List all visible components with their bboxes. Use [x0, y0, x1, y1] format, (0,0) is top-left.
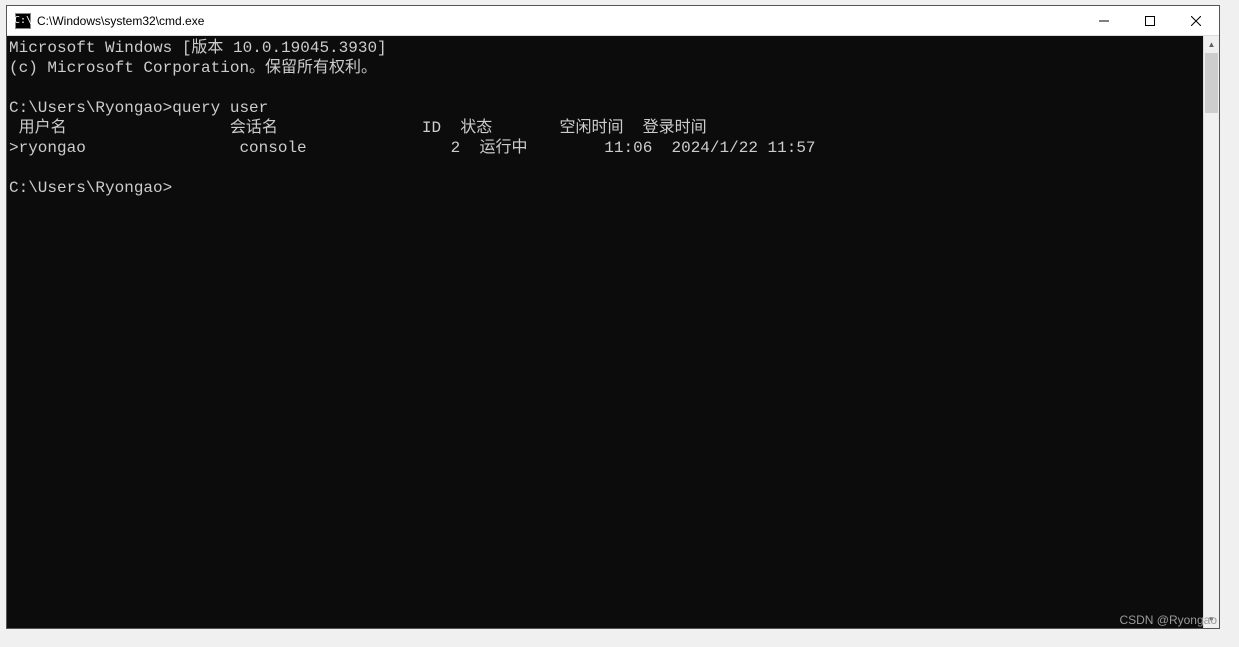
- cmd-icon: C:\: [15, 13, 31, 29]
- banner-line: (c) Microsoft Corporation。保留所有权利。: [9, 58, 1203, 78]
- close-button[interactable]: [1173, 6, 1219, 35]
- titlebar[interactable]: C:\ C:\Windows\system32\cmd.exe: [7, 6, 1219, 36]
- window-title: C:\Windows\system32\cmd.exe: [37, 14, 1081, 28]
- vertical-scrollbar[interactable]: ▲ ▼: [1203, 36, 1219, 628]
- minimize-button[interactable]: [1081, 6, 1127, 35]
- banner-line: Microsoft Windows [版本 10.0.19045.3930]: [9, 38, 1203, 58]
- cmd-window: C:\ C:\Windows\system32\cmd.exe Microsof…: [6, 5, 1220, 629]
- command-text: query user: [172, 99, 268, 117]
- maximize-button[interactable]: [1127, 6, 1173, 35]
- blank-line: [9, 158, 1203, 178]
- blank-line: [9, 78, 1203, 98]
- prompt-path: C:\Users\Ryongao>: [9, 99, 172, 117]
- table-row-line: >ryongao console 2 运行中 11:06 2024/1/22 1…: [9, 138, 1203, 158]
- scrollbar-thumb[interactable]: [1205, 53, 1218, 113]
- prompt-line: C:\Users\Ryongao>: [9, 178, 1203, 198]
- watermark-text: CSDN @Ryongao: [1119, 613, 1217, 627]
- terminal-output[interactable]: Microsoft Windows [版本 10.0.19045.3930](c…: [7, 36, 1203, 628]
- scroll-up-arrow-icon[interactable]: ▲: [1204, 36, 1219, 53]
- prompt-line: C:\Users\Ryongao>query user: [9, 98, 1203, 118]
- terminal-container: Microsoft Windows [版本 10.0.19045.3930](c…: [7, 36, 1219, 628]
- prompt-path: C:\Users\Ryongao>: [9, 179, 172, 197]
- window-controls: [1081, 6, 1219, 35]
- table-header-line: 用户名 会话名 ID 状态 空闲时间 登录时间: [9, 118, 1203, 138]
